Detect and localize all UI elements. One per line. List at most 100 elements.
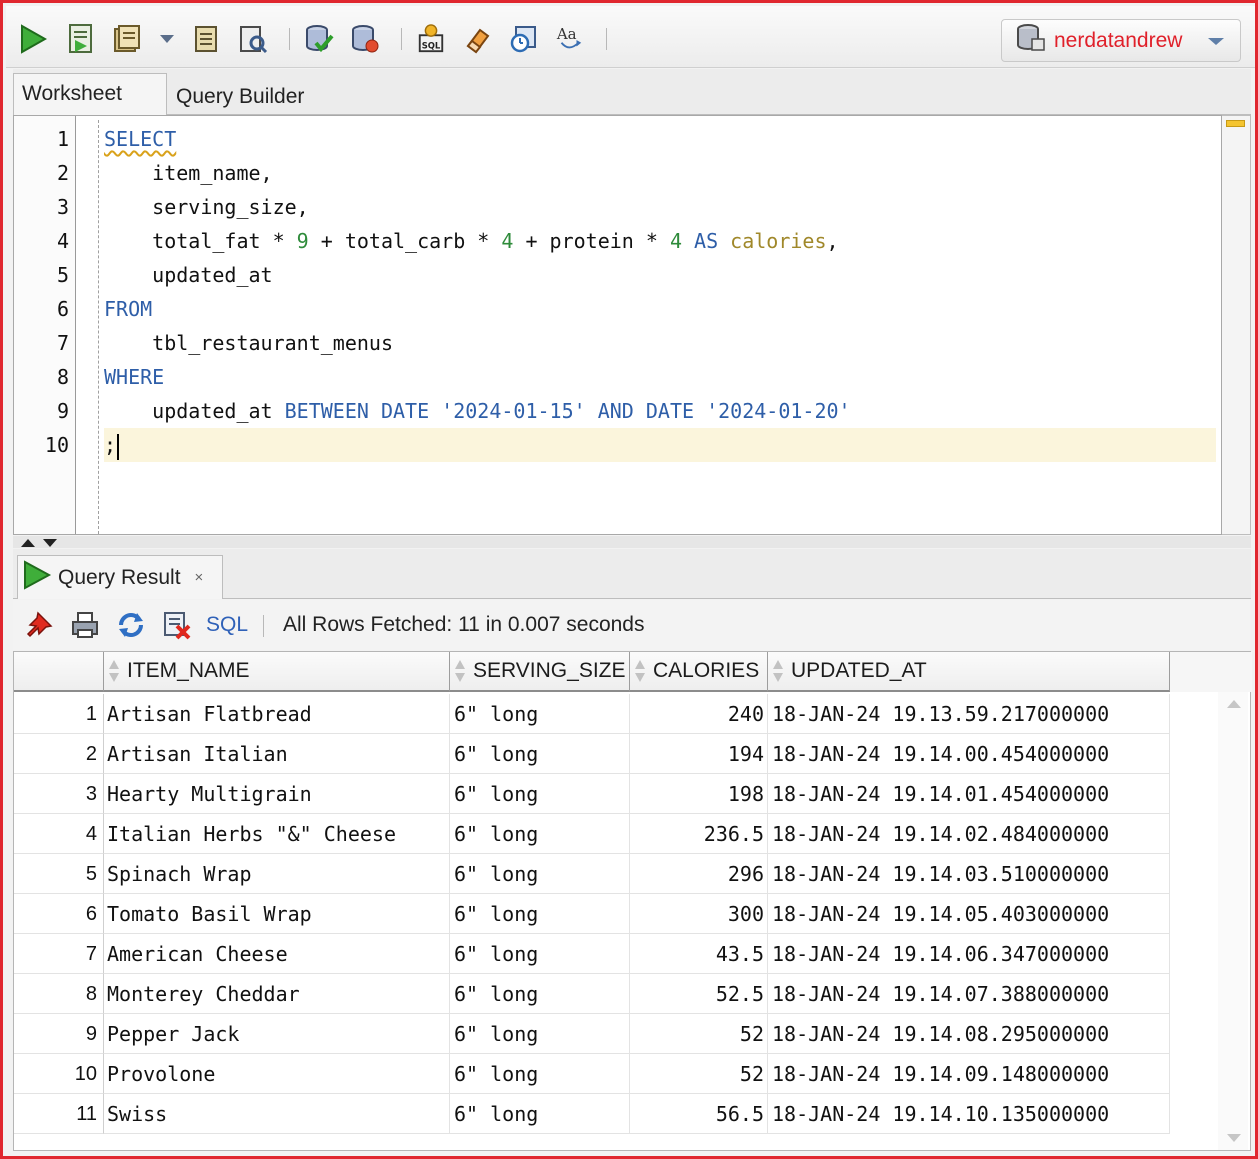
pin-icon[interactable] [23, 609, 55, 641]
cell-item-name[interactable]: Artisan Italian [104, 734, 450, 774]
cell-calories[interactable]: 296 [630, 854, 768, 894]
cell-updated-at[interactable]: 18-JAN-24 19.14.10.135000000 [768, 1094, 1170, 1134]
cell-serving-size[interactable]: 6" long [450, 894, 630, 934]
close-icon[interactable]: × [195, 569, 204, 586]
run-script-icon[interactable] [66, 22, 96, 56]
result-grid[interactable]: ITEM_NAME SERVING_SIZE CALORIES UPDATED_… [13, 651, 1252, 1151]
cancel-query-icon[interactable] [161, 609, 193, 641]
line-number: 8 [56, 365, 69, 389]
column-header-item-name[interactable]: ITEM_NAME [104, 652, 450, 692]
cell-calories[interactable]: 236.5 [630, 814, 768, 854]
cell-item-name[interactable]: Tomato Basil Wrap [104, 894, 450, 934]
sort-icon[interactable] [454, 658, 466, 684]
cell-updated-at[interactable]: 18-JAN-24 19.14.09.148000000 [768, 1054, 1170, 1094]
cell-item-name[interactable]: Hearty Multigrain [104, 774, 450, 814]
cell-serving-size[interactable]: 6" long [450, 774, 630, 814]
table-row[interactable]: 1 Artisan Flatbread 6" long 240 18-JAN-2… [14, 694, 1170, 734]
cell-serving-size[interactable]: 6" long [450, 934, 630, 974]
chevron-down-icon[interactable] [1208, 38, 1224, 45]
column-header-updated-at[interactable]: UPDATED_AT [768, 652, 1170, 692]
cell-item-name[interactable]: Swiss [104, 1094, 450, 1134]
collapse-down-icon[interactable] [43, 539, 57, 547]
sql-link[interactable]: SQL [206, 613, 248, 637]
print-icon[interactable] [69, 609, 101, 641]
cell-item-name[interactable]: Pepper Jack [104, 1014, 450, 1054]
commit-icon[interactable] [304, 22, 334, 56]
table-row[interactable]: 5 Spinach Wrap 6" long 296 18-JAN-24 19.… [14, 854, 1170, 894]
sql-tuning-icon[interactable] [238, 22, 268, 56]
tab-query-result[interactable]: Query Result × [17, 555, 223, 599]
cell-serving-size[interactable]: 6" long [450, 734, 630, 774]
row-number: 6 [14, 894, 104, 934]
cell-updated-at[interactable]: 18-JAN-24 19.14.08.295000000 [768, 1014, 1170, 1054]
cell-calories[interactable]: 52.5 [630, 974, 768, 1014]
cell-updated-at[interactable]: 18-JAN-24 19.14.05.403000000 [768, 894, 1170, 934]
dropdown-arrow-icon[interactable] [156, 22, 178, 56]
cell-calories[interactable]: 240 [630, 694, 768, 734]
table-row[interactable]: 7 American Cheese 6" long 43.5 18-JAN-24… [14, 934, 1170, 974]
run-statement-icon[interactable] [18, 22, 48, 56]
cell-item-name[interactable]: Artisan Flatbread [104, 694, 450, 734]
cell-calories[interactable]: 300 [630, 894, 768, 934]
refresh-icon[interactable] [115, 609, 147, 641]
table-row[interactable]: 2 Artisan Italian 6" long 194 18-JAN-24 … [14, 734, 1170, 774]
sort-icon[interactable] [108, 658, 120, 684]
sql-history-icon[interactable]: SQL [416, 22, 446, 56]
table-row[interactable]: 8 Monterey Cheddar 6" long 52.5 18-JAN-2… [14, 974, 1170, 1014]
sql-editor[interactable]: 1 2 3 4 5 6 7 8 9 10 SELECT item_name, s… [13, 115, 1222, 535]
clear-icon[interactable] [462, 22, 492, 56]
sort-icon[interactable] [772, 658, 784, 684]
cell-serving-size[interactable]: 6" long [450, 974, 630, 1014]
cell-updated-at[interactable]: 18-JAN-24 19.14.01.454000000 [768, 774, 1170, 814]
cell-serving-size[interactable]: 6" long [450, 854, 630, 894]
cell-serving-size[interactable]: 6" long [450, 814, 630, 854]
cell-item-name[interactable]: Provolone [104, 1054, 450, 1094]
scroll-down-icon[interactable] [1227, 1134, 1241, 1142]
string-literal: '2024-01-20' [706, 399, 851, 423]
cell-calories[interactable]: 56.5 [630, 1094, 768, 1134]
cell-updated-at[interactable]: 18-JAN-24 19.14.06.347000000 [768, 934, 1170, 974]
column-header-calories[interactable]: CALORIES [630, 652, 768, 692]
table-row[interactable]: 11 Swiss 6" long 56.5 18-JAN-24 19.14.10… [14, 1094, 1170, 1134]
cell-updated-at[interactable]: 18-JAN-24 19.14.07.388000000 [768, 974, 1170, 1014]
schedule-icon[interactable] [508, 22, 538, 56]
cell-calories[interactable]: 52 [630, 1014, 768, 1054]
table-row[interactable]: 3 Hearty Multigrain 6" long 198 18-JAN-2… [14, 774, 1170, 814]
cell-calories[interactable]: 194 [630, 734, 768, 774]
cell-serving-size[interactable]: 6" long [450, 1014, 630, 1054]
cell-calories[interactable]: 198 [630, 774, 768, 814]
scroll-up-icon[interactable] [1227, 700, 1241, 708]
connection-selector[interactable]: nerdatandrew [1001, 19, 1241, 62]
autotrace-icon[interactable] [112, 22, 142, 56]
column-header-serving-size[interactable]: SERVING_SIZE [450, 652, 630, 692]
cell-updated-at[interactable]: 18-JAN-24 19.13.59.217000000 [768, 694, 1170, 734]
cell-serving-size[interactable]: 6" long [450, 1094, 630, 1134]
tab-query-builder[interactable]: Query Builder [168, 73, 328, 115]
grid-scrollbar[interactable] [1218, 692, 1248, 1150]
cell-calories[interactable]: 52 [630, 1054, 768, 1094]
cell-updated-at[interactable]: 18-JAN-24 19.14.02.484000000 [768, 814, 1170, 854]
cell-calories[interactable]: 43.5 [630, 934, 768, 974]
cell-item-name[interactable]: Monterey Cheddar [104, 974, 450, 1014]
table-row[interactable]: 6 Tomato Basil Wrap 6" long 300 18-JAN-2… [14, 894, 1170, 934]
cell-serving-size[interactable]: 6" long [450, 694, 630, 734]
cell-item-name[interactable]: Spinach Wrap [104, 854, 450, 894]
table-row[interactable]: 10 Provolone 6" long 52 18-JAN-24 19.14.… [14, 1054, 1170, 1094]
sort-icon[interactable] [634, 658, 646, 684]
explain-plan-icon[interactable] [192, 22, 222, 56]
rollback-icon[interactable] [350, 22, 380, 56]
table-row[interactable]: 9 Pepper Jack 6" long 52 18-JAN-24 19.14… [14, 1014, 1170, 1054]
cell-item-name[interactable]: Italian Herbs "&" Cheese [104, 814, 450, 854]
cell-updated-at[interactable]: 18-JAN-24 19.14.03.510000000 [768, 854, 1170, 894]
editor-scrollbar[interactable] [1222, 115, 1251, 535]
tab-worksheet[interactable]: Worksheet [13, 73, 167, 115]
code-area[interactable]: SELECT item_name, serving_size, total_fa… [104, 120, 1220, 532]
format-case-icon[interactable]: Aa [554, 22, 584, 56]
warning-marker-icon[interactable] [1226, 120, 1245, 127]
cell-item-name[interactable]: American Cheese [104, 934, 450, 974]
cell-updated-at[interactable]: 18-JAN-24 19.14.00.454000000 [768, 734, 1170, 774]
table-row[interactable]: 4 Italian Herbs "&" Cheese 6" long 236.5… [14, 814, 1170, 854]
collapse-up-icon[interactable] [21, 539, 35, 547]
panel-splitter[interactable] [13, 536, 1251, 548]
cell-serving-size[interactable]: 6" long [450, 1054, 630, 1094]
